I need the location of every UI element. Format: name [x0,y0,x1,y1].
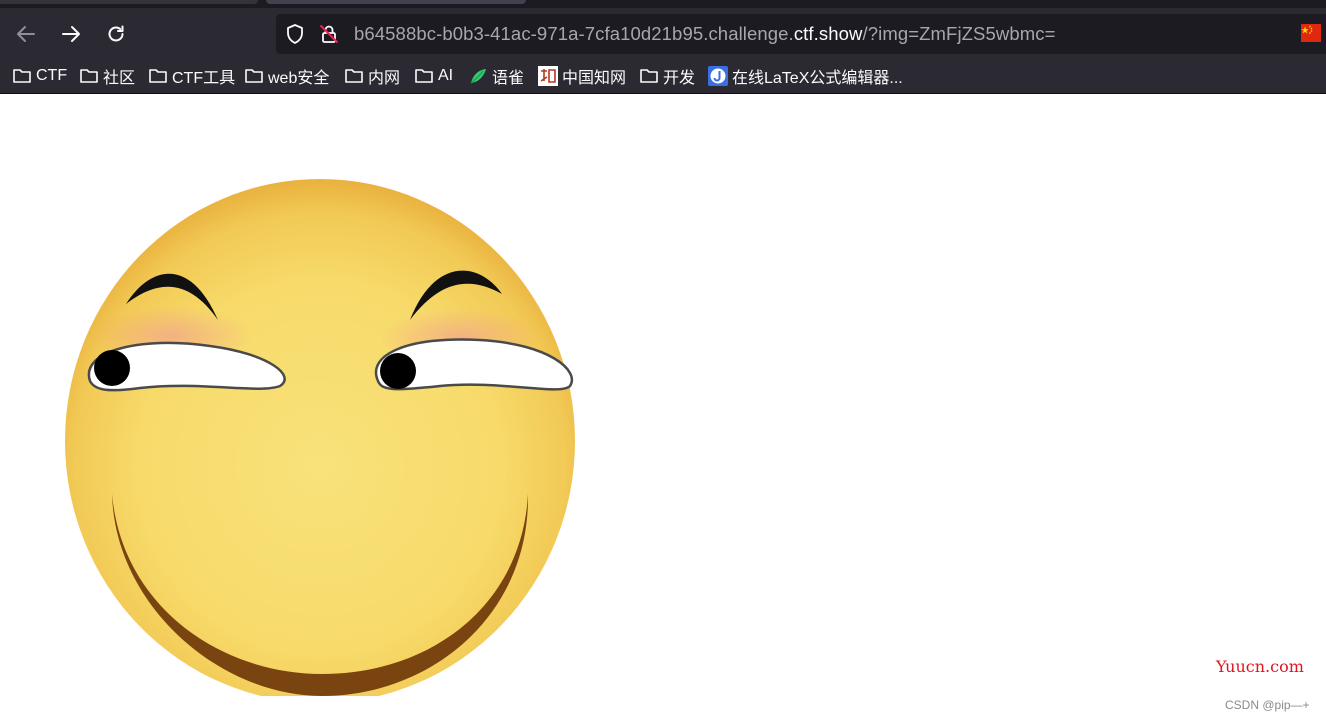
bookmark-label: AI [438,67,454,84]
reload-button[interactable] [100,18,132,50]
page-content: Yuucn.com CSDN @pip—+ [0,94,1326,723]
forward-button[interactable] [55,18,87,50]
latex-icon [708,66,728,86]
url-text[interactable]: b64588bc-b0b3-41ac-971a-7cfa10d21b95.cha… [354,23,1056,45]
folder-icon [148,66,168,86]
smiley-face-image [65,179,575,696]
china-flag-icon[interactable] [1301,24,1321,42]
bookmark-latex-editor[interactable]: 在线LaTeX公式编辑器... [708,65,903,87]
bookmark-yuque[interactable]: 语雀 [468,65,524,87]
bookmark-intranet[interactable]: 内网 [344,65,400,87]
cnki-icon [538,66,558,86]
back-button[interactable] [10,18,42,50]
bookmark-ctf[interactable]: CTF [12,65,67,87]
url-domain: ctf.show [793,23,863,44]
browser-chrome: b64588bc-b0b3-41ac-971a-7cfa10d21b95.cha… [0,0,1326,94]
bookmark-development[interactable]: 开发 [639,65,695,87]
bookmark-community[interactable]: 社区 [79,65,135,87]
bookmark-cnki[interactable]: 中国知网 [538,65,626,87]
navigation-toolbar: b64588bc-b0b3-41ac-971a-7cfa10d21b95.cha… [0,8,1326,60]
bookmark-ai[interactable]: AI [414,65,453,87]
yuque-icon [468,66,488,86]
folder-icon [12,66,32,86]
tab-active[interactable] [266,0,526,4]
url-prefix: b64588bc-b0b3-41ac-971a-7cfa10d21b95.cha… [354,23,794,44]
insecure-lock-icon[interactable] [318,23,340,45]
back-arrow-icon [17,26,35,42]
bookmarks-toolbar: CTF 社区 CTF工具 web安全 内网 AI 语雀 中国知网 开发 在线La… [0,60,1326,93]
csdn-credit: CSDN @pip—+ [1225,698,1310,712]
watermark-text: Yuucn.com [1216,657,1304,676]
folder-icon [244,66,264,86]
forward-arrow-icon [62,26,80,42]
bookmark-label: web安全 [268,70,330,87]
bookmark-label: 语雀 [492,70,525,87]
bookmark-ctf-tools[interactable]: CTF工具 [148,65,235,87]
reload-icon [108,25,124,42]
folder-icon [414,66,434,86]
tab-previous[interactable] [0,0,258,4]
bookmark-label: 内网 [368,70,401,87]
address-bar[interactable]: b64588bc-b0b3-41ac-971a-7cfa10d21b95.cha… [276,14,1326,54]
bookmark-web-security[interactable]: web安全 [244,65,329,87]
bookmark-label: 开发 [663,70,696,87]
bookmark-label: 在线LaTeX公式编辑器... [732,70,903,87]
url-suffix: /?img=ZmFjZS5wbmc= [862,23,1056,44]
bookmark-label: CTF [36,67,68,84]
tab-strip [0,0,1326,8]
bookmark-label: CTF工具 [172,70,236,87]
folder-icon [79,66,99,86]
folder-icon [344,66,364,86]
bookmark-label: 社区 [103,70,136,87]
shield-icon[interactable] [284,23,306,45]
folder-icon [639,66,659,86]
bookmark-label: 中国知网 [562,70,627,87]
